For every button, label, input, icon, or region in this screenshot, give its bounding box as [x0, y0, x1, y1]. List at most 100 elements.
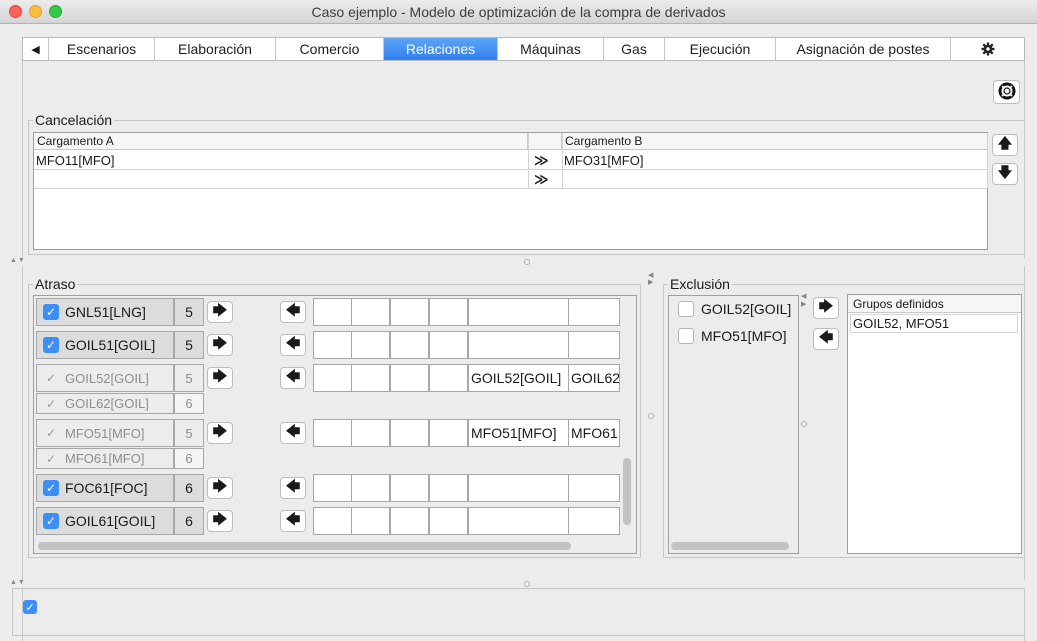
column-header-cargamento-a[interactable]: Cargamento A [34, 133, 528, 150]
vertical-splitter[interactable]: ◀ ▶ [646, 270, 656, 558]
gear-icon[interactable] [951, 38, 1024, 60]
atraso-slot[interactable] [429, 419, 468, 447]
atraso-slot[interactable]: GOIL62 [568, 364, 620, 392]
atraso-slot[interactable]: MFO61 [568, 419, 620, 447]
horizontal-splitter[interactable]: ▲▼ [0, 257, 1037, 266]
tab-elaboracion[interactable]: Elaboración [155, 38, 276, 60]
atraso-slot[interactable] [568, 298, 620, 326]
grupos-definidos-list[interactable]: Grupos definidos GOIL52, MFO51 [847, 294, 1022, 554]
exclusion-horizontal-scrollbar[interactable] [671, 542, 789, 550]
remove-from-group-button[interactable]: 🡄 [813, 328, 839, 350]
atraso-slot[interactable]: MFO51[MFO] [468, 419, 569, 447]
add-to-group-button[interactable]: 🡆 [813, 297, 839, 319]
arrow-right-icon[interactable]: 🡆 [207, 334, 233, 356]
exclusion-item[interactable]: GOIL52[GOIL] [678, 301, 791, 317]
arrow-left-icon[interactable]: 🡄 [280, 367, 306, 389]
atraso-slot[interactable]: GOIL52[GOIL] [468, 364, 569, 392]
atraso-slot[interactable] [568, 507, 620, 535]
atraso-slot[interactable] [313, 507, 352, 535]
checkbox[interactable]: ✓ [43, 425, 59, 441]
atraso-vertical-scrollbar[interactable] [623, 458, 631, 525]
checkbox[interactable]: ✓ [43, 480, 59, 496]
splitter-handle[interactable] [524, 581, 530, 587]
splitter-arrows-icon[interactable]: ▲▼ [10, 579, 26, 586]
arrow-left-icon[interactable]: 🡄 [280, 477, 306, 499]
splitter-handle[interactable] [648, 413, 654, 419]
tab-relaciones[interactable]: Relaciones [384, 38, 498, 60]
atraso-slot[interactable] [468, 331, 569, 359]
atraso-item[interactable]: ✓ MFO51[MFO] [36, 419, 174, 447]
splitter-arrows-icon[interactable]: ▲▼ [10, 257, 26, 264]
atraso-slot[interactable] [429, 298, 468, 326]
atraso-item[interactable]: ✓ GOIL62[GOIL] [36, 393, 174, 414]
list-item[interactable]: GOIL52, MFO51 [850, 314, 1018, 333]
atraso-slot[interactable] [568, 331, 620, 359]
arrow-left-icon[interactable]: 🡄 [280, 301, 306, 323]
arrow-right-icon[interactable]: 🡆 [207, 301, 233, 323]
atraso-slot[interactable] [390, 474, 429, 502]
tab-comercio[interactable]: Comercio [276, 38, 384, 60]
tab-maquinas[interactable]: Máquinas [498, 38, 604, 60]
checkbox[interactable]: ✓ [43, 370, 59, 386]
atraso-slot[interactable] [468, 507, 569, 535]
atraso-slot[interactable] [390, 298, 429, 326]
atraso-slot[interactable] [313, 364, 352, 392]
atraso-item[interactable]: ✓ GOIL52[GOIL] [36, 364, 174, 392]
tab-gas[interactable]: Gas [604, 38, 665, 60]
atraso-slot[interactable] [351, 364, 390, 392]
atraso-slot[interactable] [351, 419, 390, 447]
tab-escenarios[interactable]: Escenarios [49, 38, 155, 60]
atraso-slot[interactable] [390, 331, 429, 359]
atraso-slot[interactable] [313, 298, 352, 326]
atraso-slot[interactable] [429, 507, 468, 535]
tab-asignacion-de-postes[interactable]: Asignación de postes [776, 38, 951, 60]
column-header-cargamento-b[interactable]: Cargamento B [562, 133, 987, 150]
atraso-item[interactable]: ✓ GNL51[LNG] [36, 298, 174, 326]
checkbox[interactable] [678, 301, 694, 317]
splitter-handle[interactable] [801, 421, 807, 427]
atraso-slot[interactable] [429, 474, 468, 502]
arrow-right-icon[interactable]: 🡆 [207, 422, 233, 444]
atraso-slot[interactable] [429, 331, 468, 359]
atraso-slot[interactable] [313, 474, 352, 502]
checkbox[interactable]: ✓ [43, 513, 59, 529]
checkbox[interactable]: ✓ [43, 396, 59, 412]
table-cell-link[interactable]: ≫ [528, 170, 562, 189]
table-cell-link[interactable]: ≫ [528, 151, 562, 170]
table-cell-cargamento-b[interactable] [562, 170, 987, 189]
double-chevron-icon[interactable]: ≫ [534, 170, 549, 189]
atraso-item[interactable]: ✓ FOC61[FOC] [36, 474, 174, 502]
atraso-slot[interactable] [390, 419, 429, 447]
checkbox[interactable]: ✓ [43, 451, 59, 467]
checkbox[interactable]: ✓ [43, 304, 59, 320]
help-button[interactable] [993, 80, 1020, 104]
atraso-item[interactable]: ✓ GOIL61[GOIL] [36, 507, 174, 535]
bottom-checkbox[interactable]: ✓ [23, 600, 37, 614]
atraso-item[interactable]: ✓ GOIL51[GOIL] [36, 331, 174, 359]
table-cell-cargamento-b[interactable]: MFO31[MFO] [562, 151, 987, 170]
double-chevron-icon[interactable]: ≫ [534, 151, 549, 170]
splitter-arrows-icon[interactable]: ◀ ▶ [801, 293, 806, 309]
move-up-button[interactable]: 🡅 [992, 134, 1018, 156]
arrow-right-icon[interactable]: 🡆 [207, 510, 233, 532]
move-down-button[interactable]: 🡇 [992, 163, 1018, 185]
atraso-horizontal-scrollbar[interactable] [38, 542, 571, 550]
splitter-arrows-icon[interactable]: ◀ ▶ [648, 272, 653, 286]
table-cell-cargamento-a[interactable]: MFO11[MFO] [34, 151, 528, 170]
atraso-slot[interactable] [351, 298, 390, 326]
atraso-slot[interactable] [390, 507, 429, 535]
checkbox[interactable] [678, 328, 694, 344]
arrow-left-icon[interactable]: 🡄 [280, 334, 306, 356]
atraso-slot[interactable] [313, 419, 352, 447]
atraso-item[interactable]: ✓ MFO61[MFO] [36, 448, 174, 469]
arrow-right-icon[interactable]: 🡆 [207, 367, 233, 389]
atraso-slot[interactable] [390, 364, 429, 392]
atraso-slot[interactable] [351, 474, 390, 502]
atraso-slot[interactable] [351, 331, 390, 359]
checkbox[interactable]: ✓ [43, 337, 59, 353]
atraso-slot[interactable] [351, 507, 390, 535]
arrow-left-icon[interactable]: 🡄 [280, 510, 306, 532]
horizontal-splitter[interactable]: ▲▼ [0, 579, 1037, 588]
table-cell-cargamento-a[interactable] [34, 170, 528, 189]
atraso-slot[interactable] [568, 474, 620, 502]
